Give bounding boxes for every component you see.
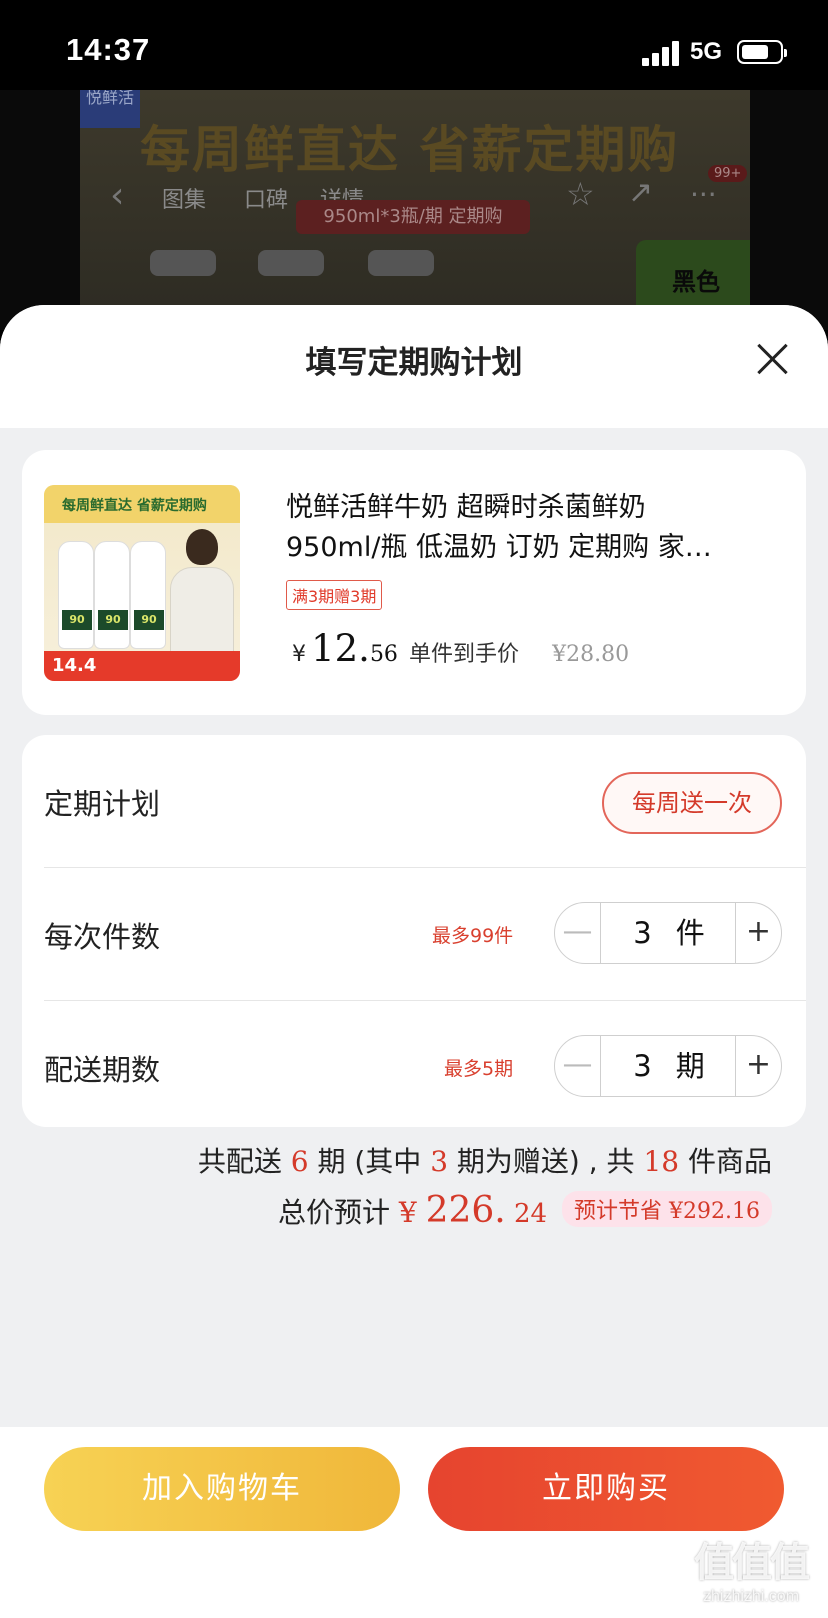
periods-input[interactable]: 3期 (601, 1036, 737, 1096)
add-to-cart-button[interactable]: 加入购物车 (44, 1447, 400, 1531)
quantity-input[interactable]: 3件 (601, 903, 737, 963)
quantity-row: 每次件数 最多99件 — 3件 + (44, 868, 806, 1000)
product-card: 每周鲜直达 省薪定期购 14.4 悦鲜活鲜牛奶 超瞬时杀菌鲜奶 950ml/瓶 … (22, 450, 806, 715)
background-tab-reviews[interactable]: 口碑 (244, 182, 288, 214)
total-periods: 6 (290, 1145, 309, 1178)
periods-row: 配送期数 最多5期 — 3期 + (44, 1001, 806, 1133)
quantity-unit: 件 (675, 916, 705, 950)
product-thumbnail[interactable]: 每周鲜直达 省薪定期购 14.4 (44, 485, 240, 681)
watermark-url: zhizhizhi.com (702, 1588, 800, 1605)
periods-stepper: — 3期 + (554, 1035, 782, 1097)
total-price-decimal: 24 (505, 1199, 548, 1229)
frequency-selector-button[interactable]: 每周送一次 (602, 772, 782, 834)
watermark-logo: 值值值 (694, 1540, 810, 1586)
total-items: 18 (643, 1145, 680, 1178)
periods-decrease-button[interactable]: — (555, 1036, 601, 1096)
price-note: 单件到手价 (409, 642, 520, 667)
buy-now-button[interactable]: 立即购买 (428, 1447, 784, 1531)
plan-card: 定期计划 每周送一次 每次件数 最多99件 — 3件 + 配送期数 最多5期 —… (22, 735, 806, 1127)
periods-max-hint: 最多5期 (444, 1058, 514, 1080)
periods-value: 3 (633, 1049, 652, 1083)
original-price: ¥28.80 (552, 642, 630, 667)
product-title-line: 悦鲜活鲜牛奶 超瞬时杀菌鲜奶 (286, 492, 646, 523)
spokesperson-image (166, 529, 236, 653)
gift-periods: 3 (430, 1145, 449, 1178)
quantity-increase-button[interactable]: + (735, 903, 781, 963)
bottle-image (58, 541, 94, 649)
price-row: ¥ 12.56 单件到手价 ¥28.80 (292, 627, 629, 670)
thumbnail-headline: 每周鲜直达 省薪定期购 (44, 485, 240, 523)
summary-text: 期为赠送) , 共 (448, 1145, 644, 1178)
signal-icon (642, 40, 682, 66)
total-price-integer: 226. (425, 1190, 506, 1231)
battery-icon (737, 40, 787, 64)
back-arrow-icon[interactable]: ‹ (110, 175, 124, 216)
currency-symbol: ¥ (292, 642, 306, 667)
sheet-header: 填写定期购计划 (0, 305, 828, 428)
bottle-cap-image (368, 250, 434, 276)
periods-unit: 期 (675, 1049, 705, 1083)
periods-increase-button[interactable]: + (735, 1036, 781, 1096)
quantity-max-hint: 最多99件 (432, 925, 514, 947)
summary-text: 共配送 (197, 1145, 291, 1178)
site-watermark: 值值值 zhizhizhi.com (676, 1530, 826, 1606)
network-type: 5G (690, 38, 723, 65)
share-icon[interactable]: ↗ (628, 175, 653, 210)
frequency-label: 定期计划 (44, 787, 161, 821)
summary-text: 期 (其中 (308, 1145, 431, 1178)
total-currency: ¥ (398, 1196, 426, 1229)
quantity-value: 3 (633, 916, 652, 950)
quantity-label: 每次件数 (44, 920, 161, 954)
close-icon[interactable] (754, 341, 790, 377)
background-page: 悦鲜活 每周鲜直达 省薪定期购 ‹ 图集 口碑 详情 950ml*3瓶/期 定期… (0, 70, 828, 330)
background-tab-gallery[interactable]: 图集 (162, 182, 206, 214)
quantity-stepper: — 3件 + (554, 902, 782, 964)
delivery-summary: 共配送 6 期 (其中 3 期为赠送) , 共 18 件商品 (198, 1140, 772, 1180)
frequency-row: 定期计划 每周送一次 (44, 735, 806, 867)
quantity-decrease-button[interactable]: — (555, 903, 601, 963)
bottle-cap-image (150, 250, 216, 276)
price-decimal: 56 (369, 642, 398, 667)
star-icon[interactable]: ☆ (566, 175, 595, 213)
promo-tag: 满3期赠3期 (286, 580, 383, 610)
background-headline: 每周鲜直达 省薪定期购 (140, 121, 680, 179)
bottle-image (94, 541, 130, 649)
savings-badge: 预计节省 ¥292.16 (562, 1191, 772, 1227)
total-label: 总价预计 (277, 1196, 399, 1229)
bottle-image (130, 541, 166, 649)
savings-value: ¥292.16 (669, 1199, 760, 1224)
product-title-line: 950ml/瓶 低温奶 订奶 定期购 家… (286, 532, 712, 563)
sheet-title: 填写定期购计划 (305, 345, 523, 381)
savings-label: 预计节省 (574, 1199, 670, 1224)
product-title: 悦鲜活鲜牛奶 超瞬时杀菌鲜奶 950ml/瓶 低温奶 订奶 定期购 家… (286, 488, 786, 568)
summary-text: 件商品 (679, 1145, 772, 1178)
periods-label: 配送期数 (44, 1053, 161, 1087)
bottle-cap-image (258, 250, 324, 276)
status-time: 14:37 (66, 32, 151, 67)
thumbnail-price-corner: 14.4 (44, 651, 240, 681)
message-badge: 99+ (708, 165, 748, 182)
subscription-plan-sheet: 填写定期购计划 每周鲜直达 省薪定期购 14.4 悦鲜活鲜牛奶 超瞬时杀菌鲜奶 … (0, 305, 828, 1618)
status-bar: 14:37 5G (0, 0, 828, 90)
more-icon[interactable]: ··· (690, 178, 717, 211)
background-spec-pill: 950ml*3瓶/期 定期购 (296, 200, 530, 234)
price-integer: 12. (311, 627, 370, 670)
total-price-summary: 总价预计 ¥ 226. 24 预计节省 ¥292.16 (278, 1190, 772, 1231)
